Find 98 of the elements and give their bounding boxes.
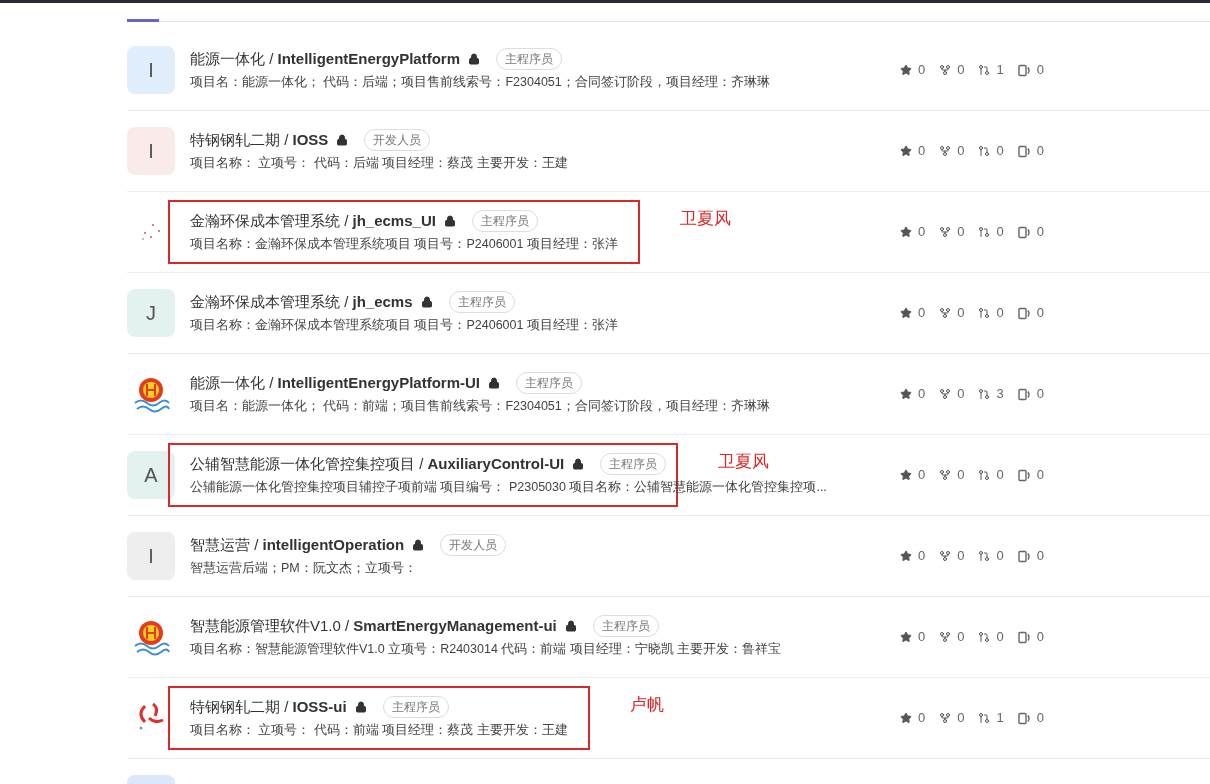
star-icon	[900, 388, 912, 400]
stat-count: 0	[957, 304, 965, 323]
project-avatar: I	[127, 127, 175, 175]
stat-count: 0	[957, 628, 965, 647]
stat-count: 0	[918, 466, 926, 485]
stat-count: 3	[996, 385, 1004, 404]
fork-icon	[939, 550, 952, 562]
project-title[interactable]: 能源一体化 / IntelligentEnergyPlatform	[190, 47, 461, 71]
issues-icon	[1017, 63, 1031, 77]
stat-count: 0	[996, 304, 1004, 323]
star-icon	[900, 226, 912, 238]
stat-count: 0	[1036, 466, 1044, 485]
project-title[interactable]: 特钢钢轧二期 / IOSS-ui	[190, 695, 347, 719]
fork-icon	[939, 712, 952, 724]
stat-count: 0	[918, 547, 926, 566]
annotation-name: 卫夏风	[718, 450, 769, 473]
stat-count: 0	[1036, 304, 1044, 323]
stat-count: 1	[996, 61, 1004, 80]
stat-count: 0	[957, 709, 965, 728]
merge-request-icon	[978, 631, 991, 643]
stat-count: 0	[957, 142, 965, 161]
fork-icon	[939, 631, 952, 643]
project-avatar: I	[127, 46, 175, 94]
star-icon	[900, 307, 912, 319]
merge-request-icon	[978, 145, 991, 157]
stat-count: 0	[1036, 223, 1044, 242]
issues-icon	[1017, 549, 1031, 563]
issues-icon	[1017, 225, 1031, 239]
annotation-name: 卫夏风	[679, 207, 731, 230]
merge-request-icon	[978, 307, 991, 319]
project-title[interactable]: 特钢钢轧二期 / IOSS	[190, 128, 329, 152]
project-description: 项目名称：智慧能源管理软件V1.0 立项号：R2403014 代码：前端 项目经理：宁晓凯 主要开发：鲁祥宝	[190, 641, 782, 659]
stat-count: 0	[918, 709, 926, 728]
stat-count: 0	[1036, 709, 1044, 728]
stat-count: 0	[1036, 547, 1044, 566]
issues-icon	[1017, 630, 1031, 644]
stat-count: 0	[918, 304, 926, 323]
stat-count: 0	[1036, 61, 1044, 80]
star-icon	[900, 712, 912, 724]
project-title[interactable]: 公辅智慧能源一体化管控集控项目 / AuxiliaryControl-UI	[190, 452, 565, 476]
project-description: 智慧运营后端；PM：阮文杰；立项号：	[190, 560, 417, 578]
fork-icon	[939, 388, 952, 400]
issues-icon	[1017, 387, 1031, 401]
stat-count: 0	[996, 223, 1004, 242]
stat-count: 0	[996, 628, 1004, 647]
stat-count: 0	[918, 142, 926, 161]
project-description: 项目名称：金瀚环保成本管理系统项目 项目号：P2406001 项目经理：张洋	[190, 317, 618, 335]
project-avatar: J	[127, 289, 175, 337]
star-icon	[900, 469, 912, 481]
stat-count: 1	[996, 709, 1004, 728]
project-title[interactable]: 能源一体化 / IntelligentEnergyPlatform-UI	[190, 371, 481, 395]
stat-count: 0	[918, 61, 926, 80]
project-title[interactable]: 金瀚环保成本管理系统 / jh_ecms_UI	[190, 209, 436, 233]
project-description: 项目名称： 立项号： 代码：前端 项目经理：蔡茂 主要开发：王建	[190, 722, 568, 740]
stat-count: 0	[1036, 628, 1044, 647]
issues-icon	[1017, 306, 1031, 320]
star-icon	[900, 64, 912, 76]
issues-icon	[1017, 144, 1031, 158]
project-title[interactable]: 金瀚环保成本管理系统 / jh_ecms	[190, 290, 413, 314]
project-title[interactable]: 智慧运营 / intelligentOperation	[190, 533, 405, 557]
star-icon	[900, 631, 912, 643]
star-icon	[900, 550, 912, 562]
stat-count: 0	[1036, 385, 1044, 404]
fork-icon	[939, 469, 952, 481]
issues-icon	[1017, 468, 1031, 482]
merge-request-icon	[978, 712, 991, 724]
stat-count: 0	[957, 466, 965, 485]
star-icon	[900, 145, 912, 157]
stat-count: 0	[1036, 142, 1044, 161]
stat-count: 0	[918, 385, 926, 404]
project-avatar: A	[127, 451, 175, 499]
dots-logo	[142, 224, 160, 240]
project-description: 项目名称：金瀚环保成本管理系统项目 项目号：P2406001 项目经理：张洋	[190, 236, 618, 254]
stat-count: 0	[957, 385, 965, 404]
fork-icon	[939, 145, 952, 157]
project-avatar: I	[127, 532, 175, 580]
project-description: 项目名称： 立项号： 代码：后端 项目经理：蔡茂 主要开发：王建	[190, 155, 568, 173]
stat-count: 0	[957, 223, 965, 242]
stat-count: 0	[996, 547, 1004, 566]
stat-count: 0	[957, 61, 965, 80]
stat-count: 0	[957, 547, 965, 566]
merge-request-icon	[978, 226, 991, 238]
fork-icon	[939, 226, 952, 238]
merge-request-icon	[978, 469, 991, 481]
project-description: 项目名：能源一体化； 代码：后端；项目售前线索号：F2304051；合同签订阶段，项目经理：齐琳琳	[190, 74, 770, 92]
merge-request-icon	[978, 550, 991, 562]
issues-icon	[1017, 711, 1031, 725]
stat-count: 0	[996, 142, 1004, 161]
stat-count: 0	[996, 466, 1004, 485]
project-title[interactable]: 智慧能源管理软件V1.0 / SmartEnergyManagement-ui	[190, 614, 557, 638]
stat-count: 0	[918, 223, 926, 242]
project-description: 项目名：能源一体化； 代码：前端；项目售前线索号：F2304051；合同签订阶段，项目经理：齐琳琳	[190, 398, 770, 416]
merge-request-icon	[978, 64, 991, 76]
fork-icon	[939, 64, 952, 76]
merge-request-icon	[978, 388, 991, 400]
annotation-name: 卢帆	[629, 693, 664, 716]
stat-count: 0	[918, 628, 926, 647]
fork-icon	[939, 307, 952, 319]
